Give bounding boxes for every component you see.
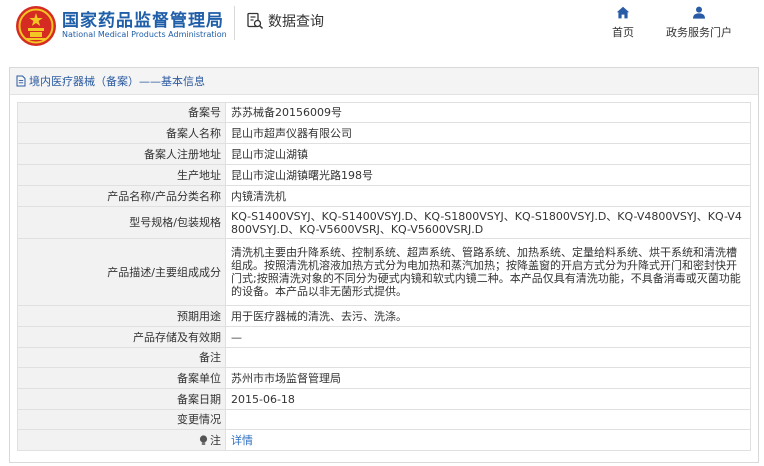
header-divider (234, 6, 235, 40)
table-row: 备注 (17, 347, 751, 368)
table-row: 型号规格/包装规格 KQ-S1400VSYJ、KQ-S1400VSYJ.D、KQ… (17, 206, 751, 239)
row-label: 备案号 (17, 102, 226, 123)
nav-home-label: 首页 (612, 26, 634, 39)
row-value: 苏州市市场监督管理局 (225, 367, 751, 389)
table-row: 产品名称/产品分类名称 内镜清洗机 (17, 185, 751, 207)
row-label: 预期用途 (17, 305, 226, 327)
row-value: 昆山市超声仪器有限公司 (225, 122, 751, 144)
row-value: 2015-06-18 (225, 388, 751, 410)
row-label: 备案人名称 (17, 122, 226, 144)
org-name-cn: 国家药品监督管理局 (62, 11, 224, 31)
table-row: 变更情况 (17, 409, 751, 430)
panel-header: 境内医疗器械（备案）——基本信息 (10, 68, 758, 95)
row-label: 备案单位 (17, 367, 226, 389)
national-emblem-logo[interactable] (14, 4, 58, 48)
row-value (225, 347, 751, 368)
row-label: 备案人注册地址 (17, 143, 226, 165)
table-row: 产品存储及有效期 — (17, 326, 751, 348)
row-label: 备注 (17, 347, 226, 368)
row-label: 变更情况 (17, 409, 226, 430)
row-value: — (225, 326, 751, 348)
row-value: KQ-S1400VSYJ、KQ-S1400VSYJ.D、KQ-S1800VSYJ… (225, 206, 751, 239)
home-icon (616, 6, 630, 19)
table-row: 产品描述/主要组成成分 清洗机主要由升降系统、控制系统、超声系统、管路系统、加热… (17, 238, 751, 306)
site-header: 国家药品监督管理局 National Medical Products Admi… (0, 0, 764, 60)
row-value (225, 409, 751, 430)
note-label: 注 (210, 433, 221, 447)
table-row: 生产地址 昆山市淀山湖镇曙光路198号 (17, 164, 751, 186)
table-row: 备案人注册地址 昆山市淀山湖镇 (17, 143, 751, 165)
panel-title: 境内医疗器械（备案）——基本信息 (29, 75, 205, 88)
data-query-link[interactable]: 数据查询 (246, 10, 324, 32)
row-value: 用于医疗器械的清洗、去污、洗涤。 (225, 305, 751, 327)
nav-home[interactable]: 首页 (608, 6, 638, 40)
table-row: 备案日期 2015-06-18 (17, 388, 751, 410)
user-icon (693, 6, 705, 19)
note-value-cell: 详情 (225, 429, 751, 451)
row-value: 清洗机主要由升降系统、控制系统、超声系统、管路系统、加热系统、定量给料系统、烘干… (225, 238, 751, 306)
nav-service-portal[interactable]: 政务服务门户 (660, 6, 738, 40)
row-label: 产品存储及有效期 (17, 326, 226, 348)
note-label-cell: 注 (17, 429, 226, 451)
row-value: 苏苏械备20156009号 (225, 102, 751, 123)
lightbulb-icon (199, 435, 208, 445)
document-search-icon (247, 12, 264, 30)
nav-service-portal-label: 政务服务门户 (666, 26, 732, 39)
row-value: 昆山市淀山湖镇曙光路198号 (225, 164, 751, 186)
row-label: 型号规格/包装规格 (17, 206, 226, 239)
table-row: 注 详情 (17, 429, 751, 451)
record-table: 备案号 苏苏械备20156009号 备案人名称 昆山市超声仪器有限公司 备案人注… (17, 102, 751, 451)
org-name-en: National Medical Products Administration (62, 30, 227, 39)
table-row: 备案人名称 昆山市超声仪器有限公司 (17, 122, 751, 144)
row-value: 内镜清洗机 (225, 185, 751, 207)
data-query-label: 数据查询 (268, 14, 324, 30)
table-row: 备案单位 苏州市市场监督管理局 (17, 367, 751, 389)
row-label: 产品描述/主要组成成分 (17, 238, 226, 306)
document-icon (16, 75, 26, 87)
table-row: 预期用途 用于医疗器械的清洗、去污、洗涤。 (17, 305, 751, 327)
row-label: 产品名称/产品分类名称 (17, 185, 226, 207)
record-panel: 境内医疗器械（备案）——基本信息 备案号 苏苏械备20156009号 备案人名称… (9, 67, 759, 463)
row-label: 备案日期 (17, 388, 226, 410)
row-label: 生产地址 (17, 164, 226, 186)
table-row: 备案号 苏苏械备20156009号 (17, 102, 751, 123)
row-value: 昆山市淀山湖镇 (225, 143, 751, 165)
details-link[interactable]: 详情 (231, 434, 253, 447)
